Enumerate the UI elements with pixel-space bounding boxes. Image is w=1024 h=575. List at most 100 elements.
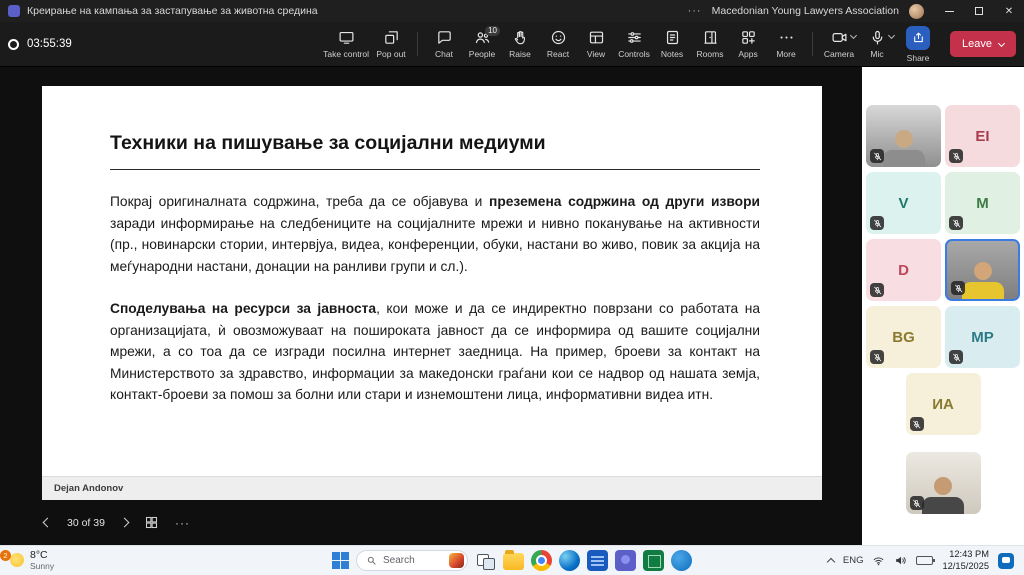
people-button[interactable]: 10 People <box>463 22 501 66</box>
meeting-toolbar: 03:55:39 Take control Pop out Chat 10 Peo… <box>0 22 1024 67</box>
mic-muted-icon <box>870 350 884 364</box>
leave-button[interactable]: Leave <box>950 31 1016 57</box>
excel-icon[interactable] <box>643 550 664 571</box>
share-button[interactable]: Share <box>896 22 940 66</box>
mic-dropdown-chevron-icon[interactable] <box>887 31 896 40</box>
chrome-icon[interactable] <box>531 550 552 571</box>
next-slide-button[interactable] <box>119 517 130 528</box>
controls-label: Controls <box>618 49 650 59</box>
paragraph-bold-text: Споделувања на ресурси за јавноста <box>110 301 377 317</box>
mic-muted-icon <box>951 281 965 295</box>
window-maximize-button[interactable] <box>964 0 994 22</box>
chat-icon <box>436 29 453 46</box>
slide-nav-more-icon[interactable]: ··· <box>175 516 190 530</box>
paragraph-text: Покрај оригиналната содржина, треба да с… <box>110 194 489 209</box>
people-count-badge: 10 <box>485 26 501 36</box>
outlook-icon[interactable] <box>671 550 692 571</box>
participant-tile[interactable]: ИА <box>905 373 981 435</box>
weather-widget[interactable]: 2 8°C Sunny <box>0 549 54 571</box>
recording-timer: 03:55:39 <box>8 38 124 50</box>
raise-hand-button[interactable]: Raise <box>501 22 539 66</box>
clock-time: 12:43 PM <box>949 549 989 560</box>
pop-out-label: Pop out <box>376 49 406 59</box>
hidden-icons-chevron-icon[interactable] <box>826 557 836 566</box>
notes-label: Notes <box>660 49 684 59</box>
participant-video-tile[interactable] <box>866 105 941 167</box>
notes-button[interactable]: Notes <box>653 22 691 66</box>
mic-button[interactable]: Mic <box>858 22 896 66</box>
participant-tile[interactable]: D <box>866 239 941 301</box>
start-button[interactable] <box>332 552 349 569</box>
take-control-button[interactable]: Take control <box>320 22 372 66</box>
meeting-timer: 03:55:39 <box>27 38 72 50</box>
mic-muted-icon <box>909 496 924 510</box>
participant-tile[interactable]: EI <box>945 105 1020 167</box>
leave-label: Leave <box>962 38 992 50</box>
participant-tile[interactable]: MP <box>945 306 1020 368</box>
raise-hand-icon <box>512 29 529 46</box>
more-button[interactable]: More <box>767 22 805 66</box>
account-avatar[interactable] <box>909 3 924 19</box>
participant-initials: BG <box>892 328 915 346</box>
participant-video-tile[interactable] <box>905 452 981 514</box>
slide-grid-view-icon[interactable] <box>144 515 159 530</box>
task-view-icon[interactable] <box>475 550 496 571</box>
taskbar-clock[interactable]: 12:43 PM 12/15/2025 <box>942 549 989 571</box>
presentation-slide: Техники на пишување за социјални медиуми… <box>42 86 822 500</box>
wifi-icon[interactable] <box>872 554 885 567</box>
notification-center-icon[interactable] <box>998 552 1014 569</box>
camera-dropdown-chevron-icon[interactable] <box>849 31 858 40</box>
presenter-bar: Dejan Andonov <box>42 476 822 500</box>
account-name[interactable]: Macedonian Young Lawyers Association <box>712 5 899 17</box>
participant-initials: M <box>976 194 989 212</box>
paragraph-bold-text: преземена содржина од други извори <box>488 194 761 209</box>
weather-temperature: 8°C <box>30 549 48 562</box>
volume-icon[interactable] <box>894 554 907 567</box>
participant-initials: V <box>898 194 909 212</box>
controls-button[interactable]: Controls <box>615 22 653 66</box>
search-highlight-icon[interactable] <box>449 553 464 568</box>
previous-slide-button[interactable] <box>42 517 53 528</box>
rooms-icon <box>702 29 719 46</box>
react-label: React <box>546 49 570 59</box>
taskbar-search-box[interactable]: Search <box>356 550 468 571</box>
react-button[interactable]: React <box>539 22 577 66</box>
presenter-name: Dejan Andonov <box>54 483 124 494</box>
participant-tile[interactable]: V <box>866 172 941 234</box>
notes-icon <box>664 29 681 46</box>
sunny-weather-icon <box>10 553 24 568</box>
file-explorer-icon[interactable] <box>503 550 524 570</box>
participant-tile[interactable]: BG <box>866 306 941 368</box>
participant-tile[interactable]: M <box>945 172 1020 234</box>
slide-navigation: 30 of 39 ··· <box>42 515 190 530</box>
camera-button[interactable]: Camera <box>820 22 858 66</box>
mic-icon <box>869 29 886 46</box>
clock-date: 12/15/2025 <box>942 560 989 571</box>
more-icon <box>778 29 795 46</box>
take-control-label: Take control <box>323 49 370 59</box>
edge-icon[interactable] <box>559 550 580 571</box>
teams-meeting-window: Креирање на кампања за застапување за жи… <box>0 0 1024 575</box>
window-close-button[interactable]: ✕ <box>994 0 1024 22</box>
mic-muted-icon <box>949 350 963 364</box>
window-minimize-button[interactable] <box>934 0 964 22</box>
view-button[interactable]: View <box>577 22 615 66</box>
apps-button[interactable]: Apps <box>729 22 767 66</box>
chat-button[interactable]: Chat <box>425 22 463 66</box>
titlebar-more-icon[interactable]: ··· <box>688 5 702 17</box>
word-icon[interactable] <box>587 550 608 571</box>
battery-icon[interactable] <box>916 556 936 565</box>
participant-initials: D <box>898 261 909 279</box>
apps-label: Apps <box>738 49 758 59</box>
share-label: Share <box>906 52 930 63</box>
active-speaker-video-tile[interactable] <box>945 239 1020 301</box>
teams-taskbar-icon[interactable] <box>615 550 636 571</box>
leave-dropdown-chevron-icon[interactable] <box>997 39 1006 47</box>
people-label: People <box>468 49 496 59</box>
participants-sidebar: EI V M D BG MP ИА <box>862 67 1024 545</box>
language-indicator[interactable]: ENG <box>843 555 864 566</box>
windows-taskbar: 2 8°C Sunny Search ENG 12:43 PM 12/15/20… <box>0 545 1024 575</box>
rooms-button[interactable]: Rooms <box>691 22 729 66</box>
pop-out-button[interactable]: Pop out <box>372 22 410 66</box>
participant-initials: EI <box>975 127 990 145</box>
